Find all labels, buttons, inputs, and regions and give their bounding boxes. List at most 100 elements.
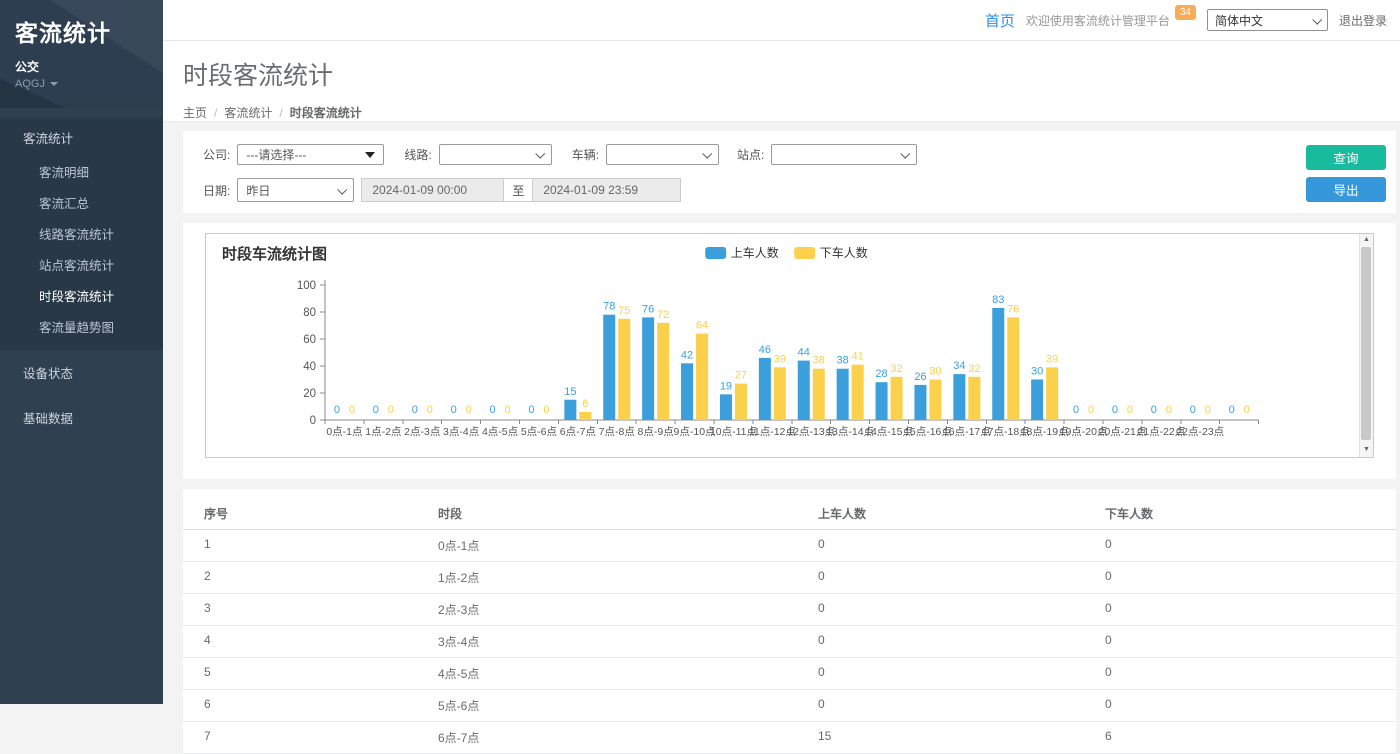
date-start-input[interactable]: 2024-01-09 00:00 [361, 178, 504, 202]
sidebar-item-基础数据[interactable]: 基础数据 [0, 395, 163, 440]
svg-text:78: 78 [603, 301, 615, 313]
svg-text:0: 0 [504, 404, 510, 416]
scroll-up-icon[interactable]: ▲ [1360, 234, 1373, 246]
chart-box: 时段车流统计图 上车人数下车人数 020406080100000点-1点001点… [205, 233, 1374, 458]
notification-badge[interactable]: 34 [1175, 5, 1196, 20]
company-select[interactable]: ---请选择--- [237, 144, 384, 165]
user-name: AQGJ [15, 78, 45, 90]
bar-下车人数-17点-18点 [1007, 317, 1019, 420]
svg-text:38: 38 [837, 355, 849, 367]
table-cell-序号: 2 [204, 569, 438, 586]
svg-text:32: 32 [968, 363, 980, 375]
chevron-down-icon [702, 149, 712, 159]
table-cell-下车人数: 0 [1105, 697, 1396, 714]
svg-text:0: 0 [543, 404, 549, 416]
table-cell-序号: 3 [204, 601, 438, 618]
sidebar-group-基础数据: 基础数据 [0, 395, 163, 440]
svg-text:0: 0 [528, 404, 534, 416]
sidebar-subitem-客流明细[interactable]: 客流明细 [0, 156, 163, 187]
sidebar-group-设备状态: 设备状态 [0, 350, 163, 395]
svg-text:0: 0 [1244, 404, 1250, 416]
breadcrumb-item-客流统计[interactable]: 客流统计 [224, 106, 272, 120]
user-dropdown[interactable]: AQGJ [15, 78, 148, 90]
bar-上车人数-10点-11点 [720, 394, 732, 420]
bar-下车人数-7点-8点 [618, 319, 630, 420]
svg-text:72: 72 [657, 309, 669, 321]
page-header: 时段客流统计 主页 / 客流统计 / 时段客流统计 [163, 41, 1400, 122]
svg-text:20: 20 [303, 388, 316, 400]
breadcrumb-item-时段客流统计: 时段客流统计 [290, 106, 362, 120]
sidebar-subitem-客流汇总[interactable]: 客流汇总 [0, 187, 163, 218]
date-end-input[interactable]: 2024-01-09 23:59 [532, 178, 681, 202]
table-row: 32点-3点00 [183, 594, 1396, 626]
logout-link[interactable]: 退出登录 [1339, 12, 1387, 29]
table-row: 21点-2点00 [183, 562, 1396, 594]
bar-下车人数-16点-17点 [968, 377, 980, 420]
table-cell-上车人数: 0 [818, 601, 1105, 618]
svg-text:44: 44 [798, 347, 810, 359]
legend-swatch-icon [794, 247, 815, 259]
line-select[interactable] [439, 144, 552, 165]
chevron-down-icon [901, 149, 911, 159]
table-cell-下车人数: 0 [1105, 601, 1396, 618]
triangle-down-icon [365, 152, 375, 158]
breadcrumb: 主页 / 客流统计 / 时段客流统计 [183, 104, 1380, 121]
svg-text:6: 6 [582, 398, 588, 410]
svg-text:28: 28 [875, 368, 887, 380]
sidebar-item-客流统计[interactable]: 客流统计 [0, 118, 163, 156]
query-button[interactable]: 查询 [1306, 145, 1386, 170]
filter-panel: 公司: ---请选择--- 线路: 车辆: 站点: [183, 131, 1396, 213]
sidebar-subitem-客流量趋势图[interactable]: 客流量趋势图 [0, 311, 163, 342]
svg-text:0: 0 [1190, 404, 1196, 416]
export-button[interactable]: 导出 [1306, 177, 1386, 202]
bar-下车人数-11点-12点 [774, 367, 786, 420]
svg-text:76: 76 [642, 303, 654, 315]
table-col-上车人数: 上车人数 [818, 505, 1105, 522]
breadcrumb-separator: / [214, 106, 217, 120]
chevron-down-icon [535, 149, 545, 159]
table-row: 65点-6点00 [183, 690, 1396, 722]
filter-row-2: 日期: 昨日 2024-01-09 00:00 至 2024-01-09 23:… [203, 178, 1376, 202]
table-col-下车人数: 下车人数 [1105, 505, 1396, 522]
svg-text:3点-4点: 3点-4点 [443, 426, 479, 438]
legend-item-上车人数[interactable]: 上车人数 [705, 244, 779, 261]
svg-text:22点-23点: 22点-23点 [1176, 426, 1224, 438]
company-select-value: ---请选择--- [246, 146, 306, 163]
table-cell-序号: 6 [204, 697, 438, 714]
bar-下车人数-9点-10点 [696, 334, 708, 420]
breadcrumb-item-主页[interactable]: 主页 [183, 106, 207, 120]
svg-text:83: 83 [992, 294, 1004, 306]
svg-text:39: 39 [774, 353, 786, 365]
bar-下车人数-14点-15点 [891, 377, 903, 420]
svg-text:30: 30 [1031, 366, 1043, 378]
svg-text:30: 30 [929, 366, 941, 378]
chart-scrollbar[interactable]: ▲ ▼ [1359, 234, 1373, 457]
table-cell-序号: 1 [204, 537, 438, 554]
bar-上车人数-12点-13点 [798, 361, 810, 420]
svg-text:60: 60 [303, 334, 316, 346]
svg-text:80: 80 [303, 307, 316, 319]
svg-text:0: 0 [388, 404, 394, 416]
vehicle-select[interactable] [606, 144, 719, 165]
bar-上车人数-16点-17点 [953, 374, 965, 420]
scrollbar-thumb[interactable] [1361, 247, 1371, 440]
breadcrumb-separator: / [279, 106, 282, 120]
sidebar-subitem-时段客流统计[interactable]: 时段客流统计 [0, 280, 163, 311]
sidebar-subitem-线路客流统计[interactable]: 线路客流统计 [0, 218, 163, 249]
svg-text:0: 0 [1112, 404, 1118, 416]
chart-legend: 上车人数下车人数 [705, 244, 868, 261]
bar-下车人数-8点-9点 [657, 323, 669, 420]
legend-item-下车人数[interactable]: 下车人数 [794, 244, 868, 261]
svg-text:1点-2点: 1点-2点 [365, 426, 401, 438]
content: 公司: ---请选择--- 线路: 车辆: 站点: [163, 122, 1400, 754]
sidebar-submenu: 客流明细客流汇总线路客流统计站点客流统计时段客流统计客流量趋势图 [0, 156, 163, 350]
table-row: 54点-5点00 [183, 658, 1396, 690]
language-select[interactable]: 简体中文 [1207, 9, 1328, 31]
date-preset-select[interactable]: 昨日 [237, 178, 354, 202]
svg-text:4点-5点: 4点-5点 [482, 426, 518, 438]
home-link[interactable]: 首页 [985, 10, 1015, 31]
sidebar-subitem-站点客流统计[interactable]: 站点客流统计 [0, 249, 163, 280]
scroll-down-icon[interactable]: ▼ [1360, 444, 1373, 456]
sidebar-item-设备状态[interactable]: 设备状态 [0, 350, 163, 395]
station-select[interactable] [771, 144, 917, 165]
